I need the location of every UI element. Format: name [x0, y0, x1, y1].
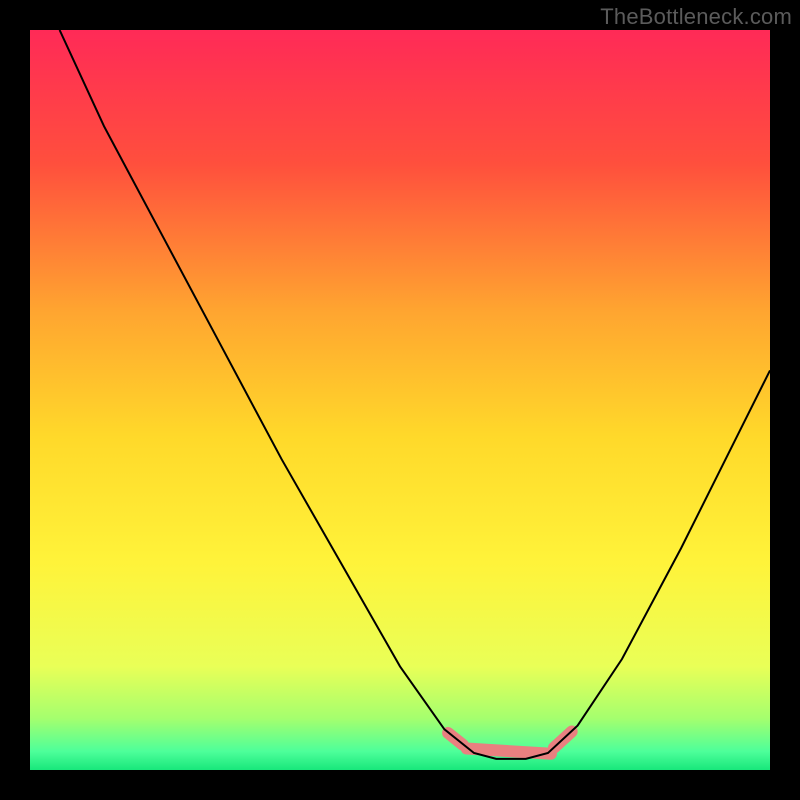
bottleneck-curve-plot — [30, 30, 770, 770]
chart-stage: TheBottleneck.com — [0, 0, 800, 800]
gradient-background — [30, 30, 770, 770]
highlight-segment — [467, 749, 551, 754]
watermark-text: TheBottleneck.com — [600, 4, 792, 30]
